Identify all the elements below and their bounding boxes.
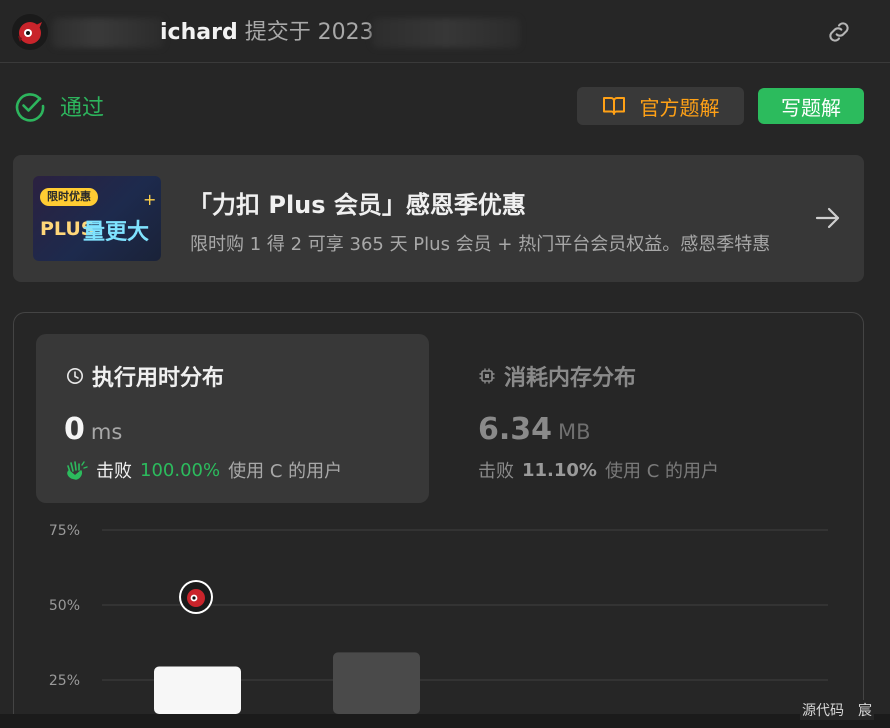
performance-panel: 执行用时分布 0 ms 击败 100.00% 使用 C 的用户 消耗内存分布 6.… (13, 312, 864, 728)
link-icon (829, 22, 849, 42)
memory-title-row: 消耗内存分布 (478, 360, 636, 392)
memory-beat-percent: 11.10% (522, 459, 597, 481)
runtime-beat-label: 击败 (96, 461, 132, 482)
runtime-title-row: 执行用时分布 (66, 360, 224, 392)
runtime-value: 0 ms (64, 412, 122, 447)
promo-title: 「力扣 Plus 会员」感恩季优惠 (188, 191, 526, 219)
username[interactable]: ichard (160, 20, 238, 45)
memory-beat-row: 击败 11.10% 使用 C 的用户 (478, 457, 719, 483)
runtime-unit: ms (90, 420, 123, 444)
memory-beat-label: 击败 (478, 461, 514, 482)
bottom-scroll-strip (0, 714, 890, 728)
memory-card[interactable]: 消耗内存分布 6.34 MB 击败 11.10% 使用 C 的用户 (478, 334, 838, 503)
plus-promo-banner[interactable]: 限时优惠 + PLUS 量更大 「力扣 Plus 会员」感恩季优惠 限时购 1 … (13, 155, 864, 282)
footer-label[interactable]: 源代码 宸 (800, 700, 874, 720)
status-label: 通过 (60, 96, 105, 121)
promo-image-text: 量更大 (83, 220, 150, 245)
check-circle-icon (15, 93, 45, 122)
book-icon (602, 97, 625, 115)
accepted-status: 通过 (14, 90, 104, 122)
copy-link-button[interactable] (822, 17, 856, 47)
memory-beat-suffix: 使用 C 的用户 (604, 461, 719, 482)
runtime-number: 0 (64, 412, 85, 447)
runtime-card[interactable]: 执行用时分布 0 ms 击败 100.00% 使用 C 的用户 (36, 334, 429, 503)
clap-hands-icon (67, 461, 88, 480)
avatar-icon (12, 14, 48, 50)
official-solution-button[interactable]: 官方题解 (577, 87, 744, 125)
memory-number: 6.34 (478, 412, 553, 447)
arrow-right-icon[interactable] (813, 203, 843, 233)
submitted-time: 提交于 2023 (244, 20, 374, 45)
submitter-line: ichard 提交于 2023 (160, 18, 374, 48)
user-avatar[interactable] (12, 14, 48, 50)
runtime-beat-suffix: 使用 C 的用户 (228, 461, 343, 482)
memory-unit: MB (558, 420, 591, 444)
promo-image: 限时优惠 + PLUS 量更大 (33, 176, 161, 261)
promo-description: 限时购 1 得 2 可享 365 天 Plus 会员 + 热门平台会员权益。感恩… (190, 234, 771, 255)
runtime-beat-percent: 100.00% (140, 459, 221, 481)
write-solution-button[interactable]: 写题解 (758, 88, 864, 124)
redacted-timestamp (372, 18, 520, 48)
redacted-username (52, 18, 164, 48)
submission-header: ichard 提交于 2023 (0, 0, 890, 63)
official-solution-label: 官方题解 (639, 95, 720, 120)
chip-icon (479, 368, 495, 384)
memory-value: 6.34 MB (478, 412, 591, 447)
clock-icon (67, 368, 83, 384)
sparkle-icon: + (143, 190, 157, 209)
promo-tag: 限时优惠 (40, 188, 98, 206)
write-solution-label: 写题解 (781, 95, 841, 120)
runtime-title: 执行用时分布 (92, 366, 225, 391)
memory-title: 消耗内存分布 (504, 366, 637, 391)
runtime-beat-row: 击败 100.00% 使用 C 的用户 (66, 457, 342, 483)
